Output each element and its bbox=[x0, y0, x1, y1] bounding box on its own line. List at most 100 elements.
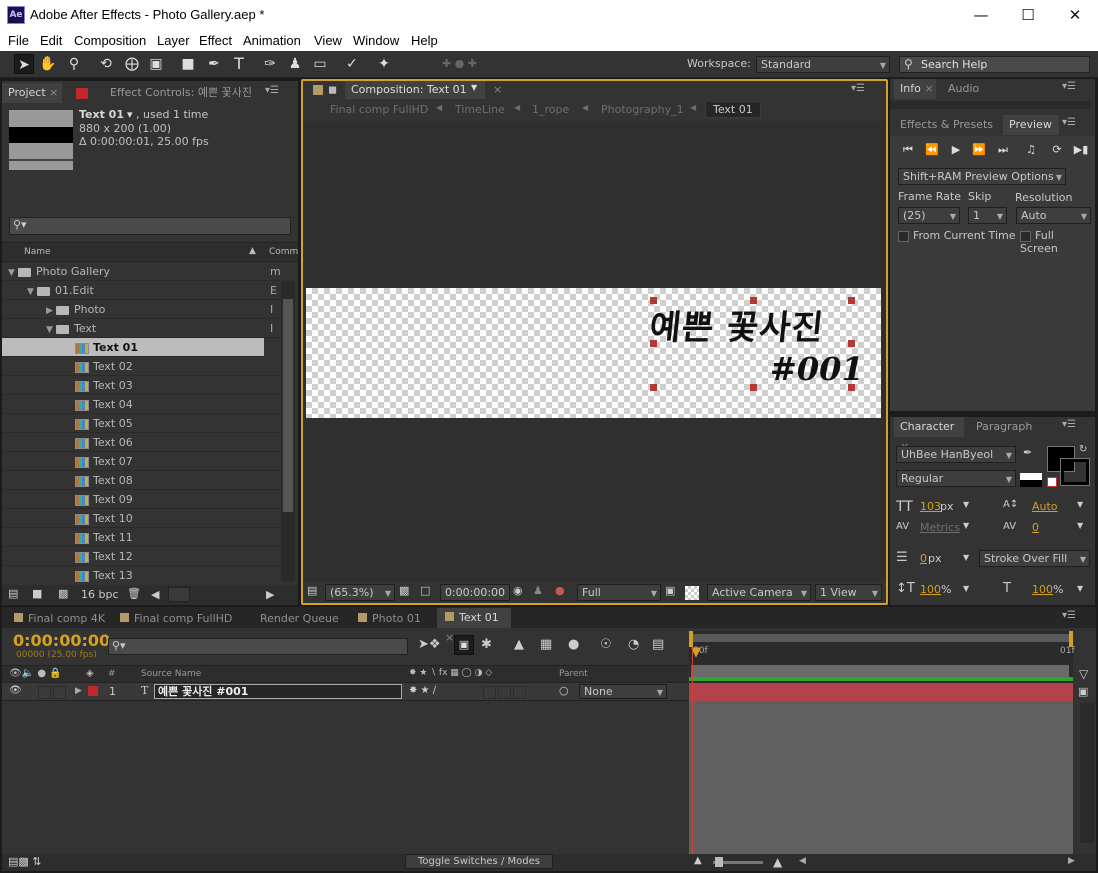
layer-label-swatch[interactable] bbox=[88, 686, 98, 696]
layer-handle[interactable] bbox=[650, 384, 657, 391]
zoom-tool-icon[interactable]: ⚲ bbox=[64, 54, 84, 74]
scroll-left-icon[interactable]: ◀ bbox=[799, 856, 806, 866]
clone-stamp-tool-icon[interactable]: ♟ bbox=[285, 54, 305, 74]
scroll-right-icon[interactable]: ▶ bbox=[266, 588, 274, 601]
show-snapshot-icon[interactable]: ♟ bbox=[533, 584, 543, 597]
preview-options-dropdown[interactable]: Shift+RAM Preview Options bbox=[898, 168, 1066, 185]
brush-tool-icon[interactable]: ✑ bbox=[260, 54, 280, 74]
col-source-name[interactable]: Source Name bbox=[141, 669, 201, 679]
search-help-field[interactable]: ⚲ Search Help bbox=[899, 56, 1090, 73]
resolution-dropdown[interactable]: Full bbox=[577, 584, 661, 601]
project-list-item[interactable]: ▼ 01.Edit E bbox=[2, 281, 280, 300]
tab-effects-presets[interactable]: Effects & Presets bbox=[894, 115, 998, 135]
tab-character[interactable]: Character × bbox=[894, 417, 964, 453]
pan-behind-tool-icon[interactable]: ▣ bbox=[146, 54, 166, 74]
panel-menu-icon[interactable]: ▾☰ bbox=[1062, 117, 1076, 128]
horizontal-scale-value[interactable]: 100 bbox=[1032, 583, 1053, 596]
bpc-label[interactable]: 16 bpc bbox=[81, 588, 119, 601]
close-icon[interactable]: × bbox=[493, 83, 502, 96]
parent-dropdown[interactable]: None bbox=[579, 684, 667, 699]
menu-help[interactable]: Help bbox=[411, 33, 438, 48]
region-of-interest-icon[interactable]: ▣ bbox=[665, 584, 675, 597]
layer-handle[interactable] bbox=[848, 297, 855, 304]
default-colors-icon[interactable] bbox=[1020, 473, 1042, 487]
camera-dropdown[interactable]: Active Camera bbox=[707, 584, 811, 601]
expand-panes-icons[interactable]: ▤▩ ⇅ bbox=[8, 855, 42, 868]
expand-layer-icon[interactable]: ▶ bbox=[75, 686, 82, 696]
close-icon[interactable]: × bbox=[445, 631, 454, 644]
tab-paragraph[interactable]: Paragraph bbox=[970, 417, 1040, 437]
zoom-dropdown[interactable]: (65.3%) bbox=[325, 584, 395, 601]
graph-toggle-icon[interactable]: ▣ bbox=[1078, 685, 1088, 698]
menu-animation[interactable]: Animation bbox=[243, 33, 301, 48]
scroll-left-icon[interactable]: ◀ bbox=[151, 588, 159, 601]
breadcrumb-active[interactable]: Text 01 bbox=[705, 101, 761, 118]
trash-icon[interactable]: 🗑 bbox=[127, 587, 141, 600]
project-list-item[interactable]: Text 01 bbox=[2, 338, 264, 357]
last-frame-icon[interactable]: ⏭ bbox=[993, 142, 1013, 158]
panel-menu-icon[interactable]: ▾☰ bbox=[851, 83, 865, 94]
horizontal-scroll-thumb[interactable] bbox=[168, 587, 190, 602]
stroke-color-swatch[interactable] bbox=[1060, 458, 1090, 486]
brainstorm-icon[interactable]: ☉ bbox=[600, 637, 612, 652]
project-scrollbar[interactable] bbox=[281, 281, 295, 581]
always-preview-icon[interactable]: ▤ bbox=[307, 584, 317, 597]
layer-handle[interactable] bbox=[750, 297, 757, 304]
tab-preview[interactable]: Preview bbox=[1003, 115, 1059, 135]
project-list-item[interactable]: Text 11 bbox=[2, 528, 280, 547]
close-icon[interactable]: × bbox=[49, 86, 58, 99]
safe-zones-icon[interactable]: ▩ bbox=[399, 584, 409, 597]
pick-whip-icon[interactable]: ○ bbox=[559, 684, 569, 697]
project-list-item[interactable]: Text 03 bbox=[2, 376, 280, 395]
toggle-switches-modes-button[interactable]: Toggle Switches / Modes bbox=[405, 854, 553, 869]
project-list-item[interactable]: ▼ Photo Gallery m bbox=[2, 262, 280, 281]
project-list-item[interactable]: Text 13 bbox=[2, 566, 280, 584]
menu-effect[interactable]: Effect bbox=[199, 33, 232, 48]
next-frame-icon[interactable]: ⏩ bbox=[969, 142, 989, 158]
comp-button-icon[interactable]: ▽ bbox=[1079, 667, 1088, 681]
resolution-dropdown[interactable]: Auto bbox=[1016, 207, 1091, 224]
panel-menu-icon[interactable]: ▾☰ bbox=[1062, 610, 1076, 621]
type-tool-icon[interactable]: T bbox=[229, 54, 249, 74]
full-screen-checkbox[interactable]: Full Screen bbox=[1020, 229, 1095, 255]
project-list-item[interactable]: ▶ Photo I bbox=[2, 300, 280, 319]
selection-tool-icon[interactable]: ➤ bbox=[14, 54, 34, 74]
play-icon[interactable]: ▶ bbox=[946, 142, 966, 158]
dropdown-arrow-icon[interactable]: ▼ bbox=[963, 553, 969, 562]
project-list-item[interactable]: Text 12 bbox=[2, 547, 280, 566]
project-list-item[interactable]: Text 07 bbox=[2, 452, 280, 471]
tab-project[interactable]: Project × bbox=[2, 83, 62, 103]
live-update-icon[interactable]: ▣ bbox=[454, 635, 474, 655]
layer-handle[interactable] bbox=[650, 297, 657, 304]
tab-text-01[interactable]: Text 01 × bbox=[437, 608, 511, 644]
pen-tool-icon[interactable]: ✒ bbox=[204, 54, 224, 74]
breadcrumb-item[interactable]: Final comp FullHD bbox=[330, 103, 428, 116]
timeline-empty-area[interactable] bbox=[689, 701, 1073, 854]
comp-canvas[interactable]: 예쁜 꽃사진 #001 bbox=[306, 288, 881, 418]
panel-menu-icon[interactable]: ▾☰ bbox=[1062, 81, 1076, 92]
layer-row[interactable]: 👁 ▶ 1 T 예쁜 꽃사진 #001 ✸ ★ ∕ ○ None bbox=[2, 683, 688, 701]
puppet-pin-tool-icon[interactable]: ✦ bbox=[374, 54, 394, 74]
skip-dropdown[interactable]: 1 bbox=[968, 207, 1007, 224]
project-list-item[interactable]: Text 09 bbox=[2, 490, 280, 509]
layer-switch-boxes[interactable] bbox=[483, 685, 528, 699]
project-list-item[interactable]: Text 02 bbox=[2, 357, 280, 376]
leading-value[interactable]: Auto bbox=[1032, 500, 1058, 513]
camera-orbit-tool-icon[interactable]: ⨁ bbox=[122, 54, 142, 74]
from-current-time-checkbox[interactable]: From Current Time bbox=[898, 229, 1015, 242]
channel-icon[interactable]: ● bbox=[555, 584, 565, 597]
checkbox[interactable] bbox=[1020, 230, 1031, 242]
graph-editor-icon[interactable]: ▤ bbox=[652, 637, 664, 652]
tab-render-queue[interactable]: Render Queue bbox=[252, 609, 342, 628]
project-list-item[interactable]: Text 08 bbox=[2, 471, 280, 490]
col-parent[interactable]: Parent bbox=[559, 669, 588, 679]
auto-keyframe-icon[interactable]: ◔ bbox=[628, 637, 639, 652]
collapse-folder-icon[interactable]: ▼ bbox=[27, 283, 37, 302]
layer-handle[interactable] bbox=[650, 340, 657, 347]
first-frame-icon[interactable]: ⏮ bbox=[898, 142, 918, 158]
layer-duration-bar[interactable] bbox=[689, 683, 1073, 701]
stroke-type-dropdown[interactable]: Stroke Over Fill bbox=[979, 550, 1090, 567]
eyedropper-icon[interactable]: ✒ bbox=[1023, 446, 1032, 459]
col-comment[interactable]: Comm bbox=[269, 247, 298, 257]
dropdown-arrow-icon[interactable]: ▼ bbox=[963, 584, 969, 593]
